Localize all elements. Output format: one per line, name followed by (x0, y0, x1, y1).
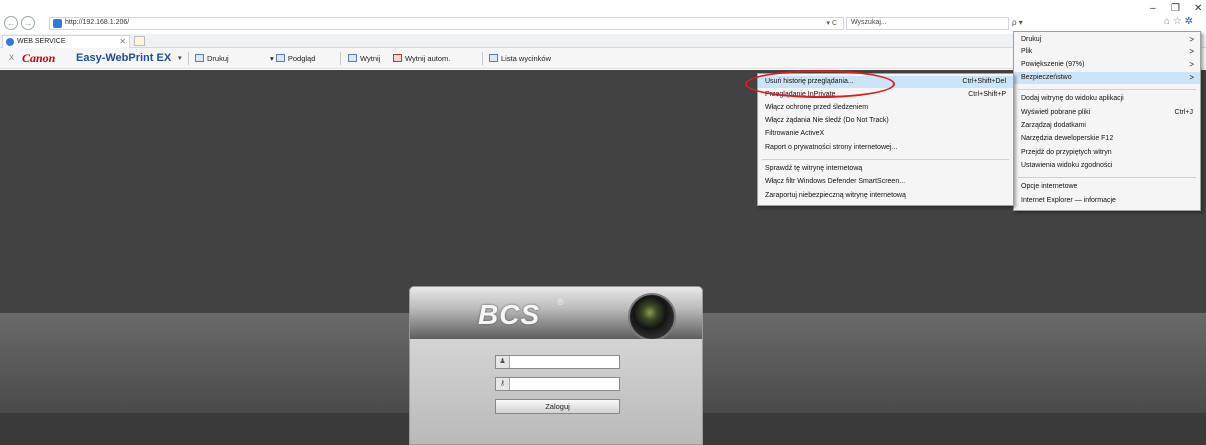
menu-item-add-to-apps[interactable]: Dodaj witrynę do widoku aplikacji (1014, 93, 1200, 105)
forward-button[interactable]: → (21, 16, 35, 30)
star-icon[interactable]: ☆ (1173, 16, 1182, 27)
username-field[interactable]: ♟ (495, 355, 620, 369)
chevron-down-icon[interactable]: ▾ (178, 54, 182, 62)
key-icon: ⚷ (496, 378, 510, 390)
menu-item-downloads[interactable]: Wyświetl pobrane pliki Ctrl+J (1014, 107, 1200, 119)
login-button[interactable]: Zaloguj (495, 399, 620, 414)
chevron-right-icon: > (1189, 73, 1194, 82)
menu-item-print[interactable]: Drukuj > (1014, 34, 1200, 46)
login-panel: BCS ® ♟ ⚷ Zaloguj (409, 286, 703, 445)
close-button[interactable]: ✕ (1194, 3, 1202, 14)
ie-page-icon (53, 19, 62, 28)
menu-item-check-site[interactable]: Sprawdź tę witrynę internetową (758, 163, 1013, 175)
home-icon[interactable]: ⌂ (1164, 16, 1170, 27)
preview-icon (275, 54, 285, 62)
camera-lens-image (628, 293, 676, 341)
back-button[interactable]: ← (4, 16, 18, 30)
menu-item-smartscreen[interactable]: Włącz filtr Windows Defender SmartScreen… (758, 176, 1013, 188)
address-field[interactable]: http://192.168.1.206/ ▾ C (49, 17, 844, 30)
menu-item-file[interactable]: Plik > (1014, 46, 1200, 58)
address-bar-row: ← → http://192.168.1.206/ ▾ C Wyszukaj..… (0, 0, 1206, 34)
login-form: ♟ ⚷ Zaloguj (410, 339, 702, 444)
chevron-right-icon: > (1189, 60, 1194, 69)
bcs-logo: BCS (478, 299, 541, 330)
menu-item-addons[interactable]: Zarządzaj dodatkami (1014, 120, 1200, 132)
printer-icon (195, 54, 204, 62)
list-icon (489, 54, 498, 62)
separator (340, 52, 341, 65)
highlight-ring (745, 70, 895, 98)
menu-item-compatibility[interactable]: Ustawienia widoku zgodności (1014, 160, 1200, 172)
refresh-dropdown[interactable]: ▾ C (826, 19, 837, 27)
tools-menu: Drukuj > Plik > Powiększenie (97%) > Bezpie… (1013, 31, 1201, 211)
menu-item-pinned-sites[interactable]: Przejdź do przypiętych witryn (1014, 147, 1200, 159)
toolbar-icons: ⌂ ☆ ✲ (1164, 16, 1193, 27)
chevron-right-icon: > (1189, 35, 1194, 44)
gear-icon[interactable]: ✲ (1185, 16, 1193, 27)
preview-button[interactable]: ▾ Podgląd (270, 54, 315, 63)
menu-item-security[interactable]: Bezpieczeństwo > (1014, 72, 1200, 84)
new-tab-button[interactable] (134, 36, 145, 46)
tab-web-service[interactable]: WEB SERVICE ✕ (2, 35, 130, 48)
user-icon: ♟ (496, 356, 510, 368)
menu-separator (762, 159, 1009, 160)
password-field[interactable]: ⚷ (495, 377, 620, 391)
print-button[interactable]: Drukuj (195, 54, 229, 63)
search-input[interactable]: Wyszukaj... (846, 17, 1009, 30)
search-icon[interactable]: ρ ▾ (1012, 18, 1023, 27)
menu-separator (1018, 89, 1196, 90)
menu-item-devtools[interactable]: Narzędzia deweloperskie F12 (1014, 133, 1200, 145)
separator (482, 52, 483, 65)
menu-item-tracking-protection[interactable]: Włącz ochronę przed śledzeniem (758, 102, 1013, 114)
separator (188, 52, 189, 65)
menu-item-do-not-track[interactable]: Włącz żądania Nie śledź (Do Not Track) (758, 115, 1013, 127)
restore-button[interactable]: ❐ (1171, 3, 1180, 14)
login-header: BCS ® (410, 287, 702, 341)
canon-logo: Canon (22, 51, 56, 65)
auto-clip-button[interactable]: Wytnij autom. (393, 54, 450, 63)
ie-tab-icon (6, 38, 14, 46)
search-placeholder: Wyszukaj... (851, 19, 887, 26)
tab-close-icon[interactable]: ✕ (119, 37, 126, 46)
tab-label: WEB SERVICE (17, 38, 66, 45)
url-text: http://192.168.1.206/ (65, 19, 130, 26)
clip-button[interactable]: Wytnij (348, 54, 380, 63)
menu-item-activex-filtering[interactable]: Filtrowanie ActiveX (758, 128, 1013, 140)
menu-item-privacy-report[interactable]: Raport o prywatności strony internetowej… (758, 142, 1013, 154)
clip-icon (348, 54, 357, 62)
menu-separator (1018, 177, 1196, 178)
toolbar-close-icon[interactable]: x (9, 52, 14, 63)
clip-list-button[interactable]: Lista wycinków (489, 54, 551, 63)
menu-item-report-unsafe[interactable]: Zaraportuj niebezpieczną witrynę interne… (758, 190, 1013, 202)
easy-webprint-menu[interactable]: Easy-WebPrint EX (76, 52, 171, 64)
auto-clip-icon (393, 54, 402, 62)
menu-item-internet-options[interactable]: Opcje internetowe (1014, 181, 1200, 193)
menu-item-about-ie[interactable]: Internet Explorer — informacje (1014, 195, 1200, 207)
minimize-button[interactable]: – (1150, 3, 1156, 14)
chevron-right-icon: > (1189, 47, 1194, 56)
registered-mark: ® (557, 297, 564, 307)
menu-item-zoom[interactable]: Powiększenie (97%) > (1014, 59, 1200, 71)
